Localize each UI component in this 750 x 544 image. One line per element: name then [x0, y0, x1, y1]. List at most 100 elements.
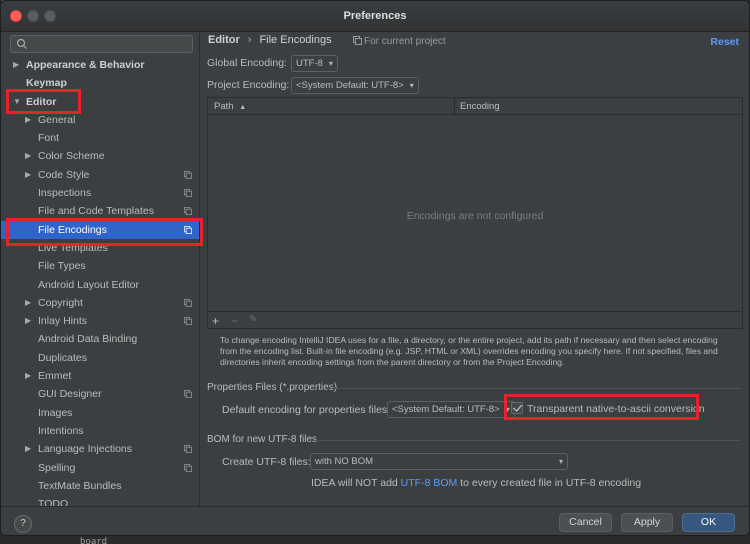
path-column-header[interactable]: Path ▲ [214, 101, 246, 112]
project-scope-label: For current project [353, 36, 446, 47]
title-bar: Preferences [1, 1, 749, 32]
sidebar-item-live-templates[interactable]: Live Templates [1, 239, 199, 257]
settings-tree: ▶ Appearance & Behavior Keymap ▼ Editor ▶ Gene… [1, 56, 199, 506]
apply-button[interactable]: Apply [621, 513, 673, 532]
path-column-label: Path [214, 101, 234, 112]
sidebar-item-inspections[interactable]: Inspections [1, 184, 199, 202]
encoding-column-header[interactable]: Encoding [460, 101, 500, 112]
sidebar-item-general[interactable]: ▶ General [1, 111, 199, 129]
reset-link[interactable]: Reset [710, 36, 739, 48]
native-to-ascii-checkbox[interactable] [511, 402, 523, 414]
project-scope-icon [184, 317, 192, 326]
properties-default-encoding-label: Default encoding for properties files: [222, 404, 391, 416]
empty-table-message: Encodings are not configured [406, 210, 544, 222]
sidebar-item-intentions[interactable]: Intentions [1, 422, 199, 440]
sidebar-item-todo[interactable]: TODO [1, 495, 199, 506]
project-scope-icon [184, 390, 192, 399]
sidebar-item-file-and-code-templates[interactable]: File and Code Templates [1, 202, 199, 220]
properties-encoding-select[interactable]: <System Default: UTF-8> ▾ [387, 401, 515, 418]
project-scope-icon [184, 207, 192, 216]
expanded-arrow-icon[interactable]: ▼ [13, 93, 21, 111]
encodings-table-header: Path ▲ Encoding [208, 98, 742, 115]
sidebar-item-file-encodings[interactable]: File Encodings [1, 220, 199, 239]
collapsed-arrow-icon[interactable]: ▶ [25, 111, 31, 129]
project-scope-icon [184, 298, 192, 307]
create-utf8-select[interactable]: with NO BOM ▾ [310, 453, 568, 470]
sidebar-item-label: Live Templates [38, 241, 108, 254]
bom-note: IDEA will NOT add UTF-8 BOM to every cre… [311, 477, 641, 489]
breadcrumb-editor: Editor [208, 34, 240, 46]
collapsed-arrow-icon[interactable]: ▶ [25, 367, 31, 385]
sidebar-item-label: Keymap [26, 77, 67, 90]
project-encoding-value: <System Default: UTF-8> [296, 80, 404, 91]
sidebar-item-language-injections[interactable]: ▶ Language Injections [1, 440, 199, 458]
sidebar-item-font[interactable]: Font [1, 129, 199, 147]
native-to-ascii-label[interactable]: Transparent native-to-ascii conversion [527, 403, 705, 415]
sidebar-item-label: File Encodings [38, 223, 107, 236]
sidebar-item-editor[interactable]: ▼ Editor [1, 93, 199, 111]
sidebar-item-textmate-bundles[interactable]: TextMate Bundles [1, 477, 199, 495]
help-button[interactable]: ? [14, 515, 32, 533]
sidebar-item-label: Code Style [38, 168, 90, 181]
cancel-button[interactable]: Cancel [559, 513, 612, 532]
sidebar-item-label: Color Scheme [38, 150, 105, 163]
global-encoding-value: UTF-8 [296, 58, 323, 69]
sidebar-item-android-layout-editor[interactable]: Android Layout Editor [1, 276, 199, 294]
sidebar-item-android-data-binding[interactable]: Android Data Binding [1, 330, 199, 348]
sidebar-item-keymap[interactable]: Keymap [1, 74, 199, 92]
create-utf8-value: with NO BOM [315, 456, 374, 467]
add-icon[interactable]: + [212, 314, 219, 328]
sidebar-item-label: Android Data Binding [38, 333, 138, 346]
ok-button[interactable]: OK [682, 513, 735, 532]
sidebar-item-label: Duplicates [38, 351, 88, 364]
project-scope-icon [184, 189, 192, 198]
bom-section-title: BOM for new UTF-8 files [207, 434, 318, 445]
utf8-bom-link[interactable]: UTF-8 BOM [401, 477, 458, 489]
sidebar-item-color-scheme[interactable]: ▶ Color Scheme [1, 147, 199, 165]
sidebar-item-images[interactable]: Images [1, 404, 199, 422]
bom-note-prefix: IDEA will NOT add [311, 477, 401, 489]
collapsed-arrow-icon[interactable]: ▶ [25, 312, 31, 330]
sidebar-item-copyright[interactable]: ▶ Copyright [1, 294, 199, 312]
chevron-down-icon: ▾ [505, 405, 510, 414]
sidebar-item-spelling[interactable]: Spelling [1, 459, 199, 477]
sidebar-item-label: Font [38, 132, 60, 145]
collapsed-arrow-icon[interactable]: ▶ [25, 166, 31, 184]
preferences-dialog: Preferences ▶ Appearance & Behavior Keymap… [0, 0, 750, 536]
sidebar-item-code-style[interactable]: ▶ Code Style [1, 166, 199, 184]
project-scope-icon [184, 463, 192, 472]
sidebar-item-label: Appearance & Behavior [26, 59, 145, 71]
settings-search-input[interactable] [10, 35, 193, 53]
sidebar-item-label: Images [38, 406, 73, 419]
project-encoding-select[interactable]: <System Default: UTF-8> ▾ [291, 77, 419, 94]
settings-sidebar: ▶ Appearance & Behavior Keymap ▼ Editor ▶ Gene… [1, 32, 200, 506]
chevron-down-icon: ▾ [558, 457, 563, 466]
project-scope-icon [353, 36, 362, 45]
sidebar-item-inlay-hints[interactable]: ▶ Inlay Hints [1, 312, 199, 330]
file-encodings-panel: Editor › File Encodings For current projec… [201, 32, 749, 506]
collapsed-arrow-icon[interactable]: ▶ [13, 56, 19, 74]
sidebar-item-label: Inspections [38, 187, 92, 200]
sidebar-item-gui-designer[interactable]: GUI Designer [1, 385, 199, 403]
sidebar-item-emmet[interactable]: ▶ Emmet [1, 367, 199, 385]
chevron-down-icon: ▾ [409, 81, 414, 90]
project-scope-text: For current project [364, 36, 446, 47]
section-divider [311, 440, 741, 441]
sidebar-item-appearance-behavior[interactable]: ▶ Appearance & Behavior [1, 56, 199, 74]
remove-icon[interactable]: − [231, 314, 238, 328]
collapsed-arrow-icon[interactable]: ▶ [25, 440, 31, 458]
sidebar-item-duplicates[interactable]: Duplicates [1, 349, 199, 367]
breadcrumb: Editor › File Encodings [208, 34, 332, 46]
global-encoding-select[interactable]: UTF-8 ▾ [291, 55, 338, 72]
bom-note-suffix: to every created file in UTF-8 encoding [457, 477, 642, 489]
edit-icon[interactable]: ✎ [249, 314, 257, 325]
sidebar-item-label: Emmet [38, 370, 72, 383]
dialog-footer: ? Cancel Apply OK [1, 506, 749, 535]
collapsed-arrow-icon[interactable]: ▶ [25, 294, 31, 312]
breadcrumb-separator: › [247, 34, 252, 46]
sidebar-item-label: GUI Designer [38, 388, 102, 401]
encodings-table: Path ▲ Encoding Encodings are not config… [207, 97, 743, 329]
sidebar-item-file-types[interactable]: File Types [1, 257, 199, 275]
project-scope-icon [184, 445, 192, 454]
collapsed-arrow-icon[interactable]: ▶ [25, 147, 31, 165]
